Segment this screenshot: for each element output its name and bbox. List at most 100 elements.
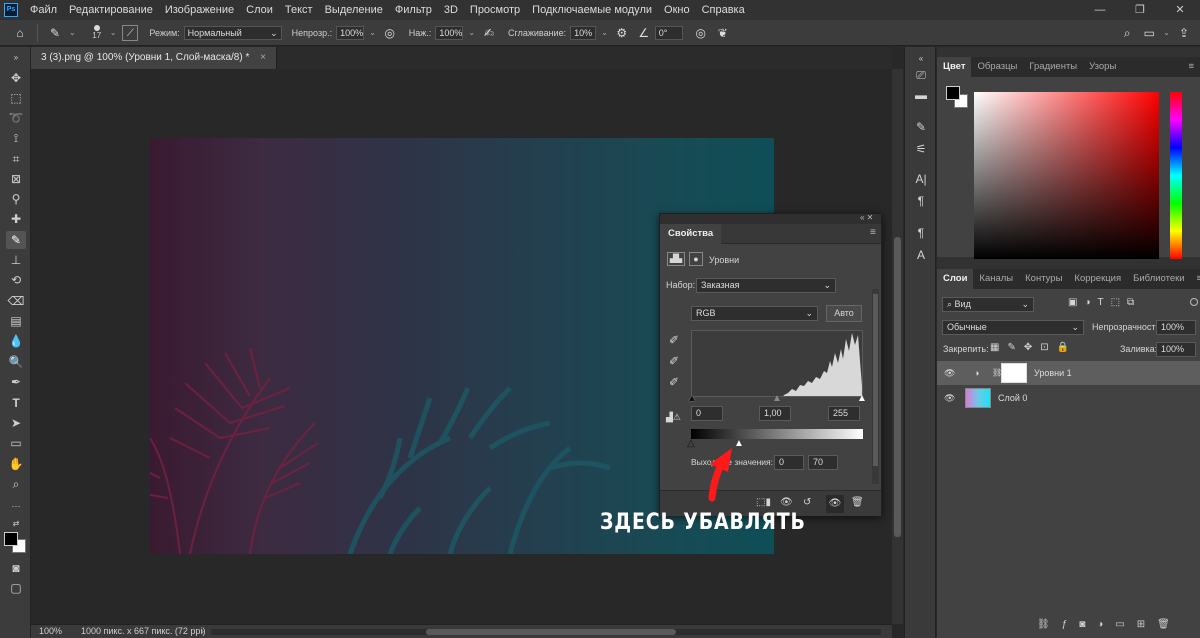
eraser-tool-icon[interactable]: ⌫ bbox=[6, 292, 26, 310]
home-icon[interactable]: ⌂ bbox=[12, 25, 28, 41]
input-gamma-slider[interactable]: ▲ bbox=[772, 393, 782, 404]
layer-filter-select[interactable]: ⌕ Вид ⌄ bbox=[942, 297, 1034, 312]
chevron-down-icon[interactable]: ⌄ bbox=[369, 28, 376, 37]
quick-select-tool-icon[interactable]: ⟟ bbox=[6, 129, 26, 147]
menu-window[interactable]: Окно bbox=[658, 4, 696, 16]
layer-row-layer0[interactable]: 👁 Слой 0 bbox=[937, 386, 1200, 410]
collapse-icon[interactable]: » bbox=[6, 49, 26, 67]
dodge-tool-icon[interactable]: 🔍 bbox=[6, 353, 26, 371]
menu-edit[interactable]: Редактирование bbox=[63, 4, 159, 16]
menu-plugins[interactable]: Подключаемые модули bbox=[526, 4, 658, 16]
zoom-level[interactable]: 100% bbox=[39, 626, 62, 636]
input-black-field[interactable]: 0 bbox=[691, 406, 723, 421]
levels-icon[interactable]: ▟▙ bbox=[667, 252, 685, 266]
zoom-tool-icon[interactable]: ⌕ bbox=[6, 475, 26, 493]
quick-mask-icon[interactable]: ◙ bbox=[6, 559, 26, 577]
input-white-field[interactable]: 255 bbox=[828, 406, 860, 421]
toggle-visibility-icon[interactable]: 👁 bbox=[826, 495, 844, 513]
layer-thumbnail[interactable] bbox=[965, 388, 991, 408]
layer-row-levels[interactable]: 👁 ◑ ⛓ Уровни 1 bbox=[937, 361, 1200, 385]
character-styles-icon[interactable]: A bbox=[913, 247, 929, 263]
mask-icon[interactable]: ● bbox=[689, 252, 703, 266]
angle-field[interactable]: 0° bbox=[654, 25, 683, 40]
blend-mode-select[interactable]: Обычные ⌄ bbox=[942, 320, 1084, 335]
tab-swatches[interactable]: Образцы bbox=[971, 57, 1023, 77]
chevron-down-icon[interactable]: ⌄ bbox=[69, 28, 76, 37]
tab-gradients[interactable]: Градиенты bbox=[1023, 57, 1083, 77]
pressure-opacity-icon[interactable]: ◎ bbox=[382, 25, 398, 41]
layer-name[interactable]: Слой 0 bbox=[998, 386, 1027, 410]
pressure-field[interactable]: 100% bbox=[435, 25, 464, 40]
maximize-button[interactable]: ❐ bbox=[1120, 0, 1160, 20]
mode-select[interactable]: Нормальный ⌄ bbox=[183, 25, 282, 40]
tab-patterns[interactable]: Узоры bbox=[1083, 57, 1122, 77]
opacity-field[interactable]: 100% bbox=[336, 25, 365, 40]
auto-button[interactable]: Авто bbox=[826, 305, 862, 322]
symmetry-icon[interactable]: ❦ bbox=[715, 25, 731, 41]
minimize-button[interactable]: — bbox=[1080, 0, 1120, 20]
input-black-slider[interactable]: ▲ bbox=[687, 393, 697, 404]
filter-toggle-icon[interactable] bbox=[1190, 298, 1198, 306]
layer-fill-field[interactable]: 100% bbox=[1156, 342, 1196, 357]
move-tool-icon[interactable]: ✥ bbox=[6, 69, 26, 87]
pen-tool-icon[interactable]: ✒ bbox=[6, 373, 26, 391]
brush-preset-picker[interactable]: 17 bbox=[87, 25, 107, 40]
history-brush-tool-icon[interactable]: ⟲ bbox=[6, 271, 26, 289]
foreground-color-swatch[interactable] bbox=[946, 86, 960, 100]
tab-libraries[interactable]: Библиотеки bbox=[1127, 269, 1190, 289]
panel-menu-icon[interactable]: ≡ bbox=[1182, 57, 1200, 77]
layer-filter-icons[interactable]: ▣◑T⬚⧉ bbox=[1068, 297, 1141, 308]
menu-image[interactable]: Изображение bbox=[159, 4, 240, 16]
menu-help[interactable]: Справка bbox=[696, 4, 751, 16]
menu-file[interactable]: Файл bbox=[24, 4, 63, 16]
path-selection-tool-icon[interactable]: ➤ bbox=[6, 414, 26, 432]
brush-settings-icon[interactable]: ⟋ bbox=[122, 24, 139, 41]
output-white-field[interactable]: 70 bbox=[808, 455, 838, 470]
layer-opacity-field[interactable]: 100% bbox=[1156, 320, 1196, 335]
document-tab[interactable]: 3 (3).png @ 100% (Уровни 1, Слой-маска/8… bbox=[31, 47, 277, 69]
layers-footer-icons[interactable]: ⛓ƒ◙◑▭⊞🗑 bbox=[1037, 619, 1182, 630]
chevron-down-icon[interactable]: ⌄ bbox=[468, 28, 475, 37]
screen-mode-icon[interactable]: ▢ bbox=[6, 579, 26, 597]
clip-to-layer-icon[interactable]: ⬚▮ bbox=[756, 497, 771, 508]
menu-select[interactable]: Выделение bbox=[319, 4, 389, 16]
gear-icon[interactable]: ⚙ bbox=[614, 25, 630, 41]
hand-tool-icon[interactable]: ✋ bbox=[6, 455, 26, 473]
chevron-down-icon[interactable]: ⌄ bbox=[110, 28, 117, 37]
frame-tool-icon[interactable]: ⊠ bbox=[6, 170, 26, 188]
share-icon[interactable]: ⇪ bbox=[1176, 25, 1192, 41]
visibility-eye-icon[interactable]: 👁 bbox=[944, 361, 955, 385]
input-gamma-field[interactable]: 1,00 bbox=[759, 406, 791, 421]
input-white-slider[interactable]: ▲ bbox=[857, 393, 867, 404]
marquee-tool-icon[interactable]: ⬚ bbox=[6, 89, 26, 107]
more-tools-icon[interactable]: ··· bbox=[6, 497, 26, 515]
layer-name[interactable]: Уровни 1 bbox=[1034, 361, 1072, 385]
rectangle-tool-icon[interactable]: ▭ bbox=[6, 434, 26, 452]
channel-select[interactable]: RGB ⌄ bbox=[691, 306, 818, 321]
brushes-icon[interactable]: ⚟ bbox=[913, 141, 929, 157]
history-icon[interactable]: ⎚ bbox=[913, 67, 929, 83]
healing-brush-tool-icon[interactable]: ✚ bbox=[6, 210, 26, 228]
comments-icon[interactable]: ▬ bbox=[913, 87, 929, 103]
menu-view[interactable]: Просмотр bbox=[464, 4, 526, 16]
crop-tool-icon[interactable]: ⌗ bbox=[6, 150, 26, 168]
visibility-eye-icon[interactable]: 👁 bbox=[944, 386, 955, 410]
tab-close-icon[interactable]: × bbox=[260, 52, 266, 63]
menu-layer[interactable]: Слои bbox=[240, 4, 279, 16]
gray-eyedropper-icon[interactable]: ✐ bbox=[669, 354, 679, 368]
eyedropper-tool-icon[interactable]: ⚲ bbox=[6, 190, 26, 208]
paragraph-styles-icon[interactable]: ¶ bbox=[913, 225, 929, 241]
clone-stamp-tool-icon[interactable]: ⊥ bbox=[6, 251, 26, 269]
search-icon[interactable]: ⌕ bbox=[1119, 25, 1135, 41]
chevron-down-icon[interactable]: ⌄ bbox=[601, 28, 608, 37]
tab-paths[interactable]: Контуры bbox=[1019, 269, 1068, 289]
collapse-icon[interactable]: « bbox=[913, 51, 929, 67]
tab-channels[interactable]: Каналы bbox=[973, 269, 1019, 289]
black-eyedropper-icon[interactable]: ✐ bbox=[669, 333, 679, 347]
close-button[interactable]: ✕ bbox=[1160, 0, 1200, 20]
menu-type[interactable]: Текст bbox=[279, 4, 319, 16]
pressure-size-icon[interactable]: ◎ bbox=[693, 25, 709, 41]
white-eyedropper-icon[interactable]: ✐ bbox=[669, 375, 679, 389]
blur-tool-icon[interactable]: 💧 bbox=[6, 332, 26, 350]
paragraph-icon[interactable]: ¶ bbox=[913, 193, 929, 209]
